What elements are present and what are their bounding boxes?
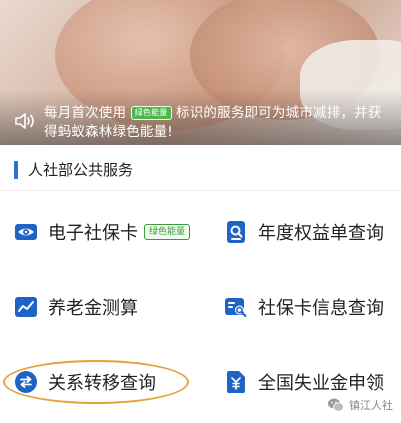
service-social-card-info-query[interactable]: 社保卡信息查询 [224, 287, 384, 327]
service-label: 年度权益单查询 [258, 223, 384, 244]
page: 每月首次使用 绿色能量 标识的服务即可为城市减排，并获得蚂蚁森林绿色能量! 人社… [0, 0, 401, 423]
green-energy-badge: 绿色能量 [130, 106, 172, 120]
section-header: 人社部公共服务 [0, 155, 401, 185]
service-label: 电子社保卡 [48, 223, 138, 244]
watermark: 镇江人社 [327, 396, 393, 414]
yuan-document-icon [227, 371, 245, 393]
green-energy-tag: 绿色能量 [144, 224, 191, 240]
service-label: 关系转移查询 [48, 373, 156, 394]
speaker-icon [15, 113, 34, 129]
service-label: 社保卡信息查询 [258, 298, 384, 319]
section-title: 人社部公共服务 [28, 161, 134, 179]
service-electronic-social-card[interactable]: 电子社保卡 绿色能量 [14, 212, 191, 252]
watermark-text: 镇江人社 [349, 399, 393, 412]
service-label: 养老金测算 [48, 298, 138, 319]
divider [0, 190, 401, 191]
section-accent-bar [14, 161, 18, 179]
service-relationship-transfer-query[interactable]: 关系转移查询 [14, 362, 156, 402]
service-annual-rights-query[interactable]: 年度权益单查询 [224, 212, 384, 252]
service-label: 全国失业金申领 [258, 373, 384, 394]
trend-chart-icon [15, 297, 37, 317]
card-search-icon [225, 298, 247, 317]
document-search-icon [227, 221, 245, 243]
notice-prefix: 每月首次使用 [44, 105, 127, 121]
banner-notice: 每月首次使用 绿色能量 标识的服务即可为城市减排，并获得蚂蚁森林绿色能量! [44, 104, 389, 142]
eye-card-icon [15, 224, 37, 240]
service-pension-calculator[interactable]: 养老金测算 [14, 287, 138, 327]
transfer-arrows-icon [15, 371, 37, 393]
wechat-logo-icon [328, 398, 344, 412]
